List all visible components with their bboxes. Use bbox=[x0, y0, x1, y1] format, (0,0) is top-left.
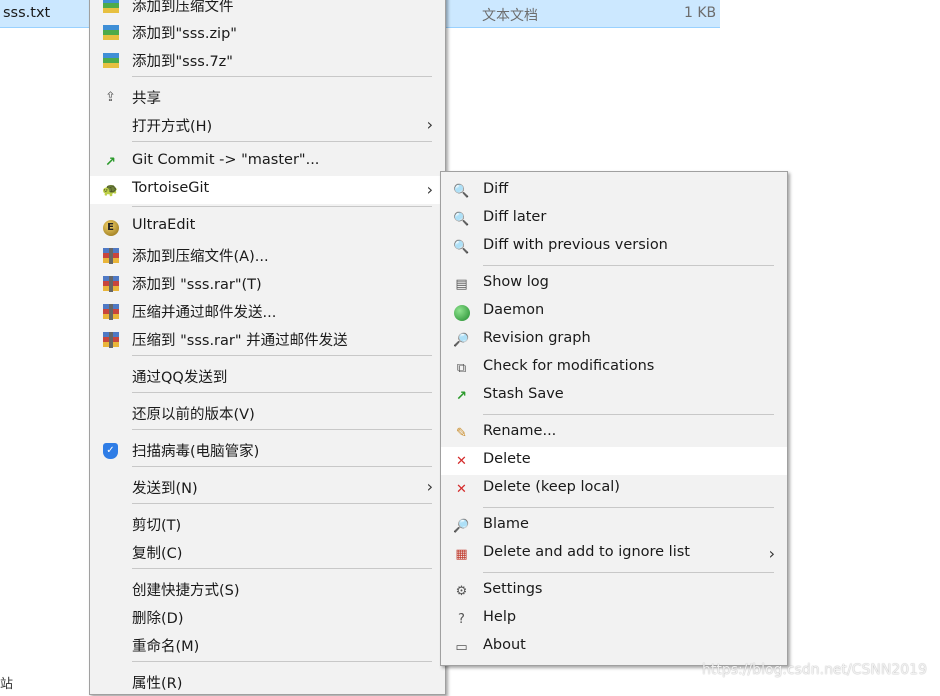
submenu-item-delete-keep-local[interactable]: ✕ Delete (keep local) bbox=[441, 475, 787, 503]
rename-pencil-icon: ✎ bbox=[456, 426, 467, 441]
menu-item-open-with[interactable]: 打开方式(H) › bbox=[90, 111, 445, 139]
submenu-item-revision-graph[interactable]: 🔎 Revision graph bbox=[441, 326, 787, 354]
tortoise-icon: 🐢 bbox=[102, 183, 119, 198]
about-icon: ▭ bbox=[455, 640, 468, 655]
submenu-item-delete[interactable]: ✕ Delete bbox=[441, 447, 787, 475]
file-size: 1 KB bbox=[684, 5, 717, 21]
menu-separator bbox=[132, 466, 432, 467]
menu-item-send-via-qq[interactable]: 通过QQ发送到 bbox=[90, 362, 445, 390]
menu-separator bbox=[483, 507, 774, 508]
menu-item-add-to-7z[interactable]: 添加到"sss.7z" bbox=[90, 46, 445, 74]
chevron-right-icon: › bbox=[426, 115, 433, 134]
menu-item-ultraedit[interactable]: E UltraEdit bbox=[90, 213, 445, 241]
winrar-icon bbox=[102, 303, 119, 320]
winrar-icon bbox=[102, 247, 119, 264]
menu-separator bbox=[132, 503, 432, 504]
winrar-icon bbox=[102, 331, 119, 348]
help-icon: ? bbox=[458, 612, 465, 627]
menu-item-add-to-archive[interactable]: 添加到压缩文件 bbox=[90, 0, 445, 19]
menu-separator bbox=[132, 141, 432, 142]
menu-item-add-to-zip[interactable]: 添加到"sss.zip" bbox=[90, 18, 445, 46]
menu-separator bbox=[132, 661, 432, 662]
ultraedit-icon: E bbox=[102, 219, 119, 236]
menu-item-properties[interactable]: 属性(R) bbox=[90, 668, 445, 696]
submenu-item-diff-later[interactable]: 🔍 Diff later bbox=[441, 205, 787, 233]
settings-icon: ⚙ bbox=[455, 584, 468, 599]
chevron-right-icon: › bbox=[426, 180, 433, 199]
submenu-item-check-modifications[interactable]: ⧉ Check for modifications bbox=[441, 354, 787, 382]
submenu-item-diff-previous[interactable]: 🔍 Diff with previous version bbox=[441, 233, 787, 261]
menu-item-create-shortcut[interactable]: 创建快捷方式(S) bbox=[90, 575, 445, 603]
submenu-item-help[interactable]: ? Help bbox=[441, 605, 787, 633]
diff-later-icon: 🔍 bbox=[453, 212, 470, 227]
menu-item-share[interactable]: ⇪ 共享 bbox=[90, 83, 445, 111]
winrar-icon bbox=[102, 275, 119, 292]
submenu-item-show-log[interactable]: ▤ Show log bbox=[441, 270, 787, 298]
submenu-item-rename[interactable]: ✎ Rename... bbox=[441, 419, 787, 447]
stray-text: 站 bbox=[0, 677, 14, 692]
daemon-globe-icon bbox=[453, 304, 470, 321]
menu-separator bbox=[483, 265, 774, 266]
menu-item-virus-scan[interactable]: ✓ 扫描病毒(电脑管家) bbox=[90, 436, 445, 464]
menu-item-rename[interactable]: 重命名(M) bbox=[90, 631, 445, 659]
menu-item-rar-add-archive[interactable]: 添加到压缩文件(A)... bbox=[90, 241, 445, 269]
menu-item-rar-add-sss[interactable]: 添加到 "sss.rar"(T) bbox=[90, 269, 445, 297]
menu-separator bbox=[483, 414, 774, 415]
git-commit-icon: ↗ bbox=[105, 155, 116, 170]
menu-item-restore-previous[interactable]: 还原以前的版本(V) bbox=[90, 399, 445, 427]
zip-archive-icon bbox=[102, 52, 119, 69]
show-log-icon: ▤ bbox=[455, 277, 468, 292]
submenu-item-daemon[interactable]: Daemon bbox=[441, 298, 787, 326]
menu-item-rar-compress-sss-email[interactable]: 压缩到 "sss.rar" 并通过邮件发送 bbox=[90, 325, 445, 353]
menu-item-cut[interactable]: 剪切(T) bbox=[90, 510, 445, 538]
stash-save-icon: ↗ bbox=[456, 389, 467, 404]
zip-archive-icon bbox=[102, 24, 119, 41]
diff-icon: 🔍 bbox=[453, 184, 470, 199]
menu-item-delete[interactable]: 删除(D) bbox=[90, 603, 445, 631]
blame-icon: 🔎 bbox=[453, 519, 470, 534]
menu-separator bbox=[483, 572, 774, 573]
watermark: https://blog.csdn.net/CSNN2019 bbox=[702, 662, 927, 678]
submenu-item-settings[interactable]: ⚙ Settings bbox=[441, 577, 787, 605]
menu-separator bbox=[132, 355, 432, 356]
menu-separator bbox=[132, 568, 432, 569]
submenu-item-stash-save[interactable]: ↗ Stash Save bbox=[441, 382, 787, 410]
revision-graph-icon: 🔎 bbox=[453, 333, 470, 348]
submenu-item-about[interactable]: ▭ About bbox=[441, 633, 787, 661]
submenu-item-diff[interactable]: 🔍 Diff bbox=[441, 177, 787, 205]
diff-previous-icon: 🔍 bbox=[453, 240, 470, 255]
shield-icon: ✓ bbox=[102, 442, 119, 459]
zip-archive-icon bbox=[102, 0, 119, 14]
submenu-item-ignore-list[interactable]: ▦ Delete and add to ignore list › bbox=[441, 540, 787, 568]
menu-separator bbox=[132, 206, 432, 207]
chevron-right-icon: › bbox=[426, 477, 433, 496]
menu-item-git-commit[interactable]: ↗ Git Commit -> "master"... bbox=[90, 148, 445, 176]
file-type: 文本文档 bbox=[482, 8, 538, 24]
file-name: sss.txt bbox=[3, 5, 51, 21]
delete-x-icon: ✕ bbox=[456, 454, 467, 469]
menu-separator bbox=[132, 76, 432, 77]
menu-separator bbox=[132, 429, 432, 430]
menu-item-send-to[interactable]: 发送到(N) › bbox=[90, 473, 445, 501]
delete-keep-local-x-icon: ✕ bbox=[456, 482, 467, 497]
menu-item-copy[interactable]: 复制(C) bbox=[90, 538, 445, 566]
ignore-list-icon: ▦ bbox=[455, 547, 468, 562]
context-menu: 添加到压缩文件 添加到"sss.zip" 添加到"sss.7z" ⇪ 共享 打开… bbox=[89, 0, 446, 695]
submenu-item-blame[interactable]: 🔎 Blame bbox=[441, 512, 787, 540]
tortoisegit-submenu: 🔍 Diff 🔍 Diff later 🔍 Diff with previous… bbox=[440, 171, 788, 666]
chevron-right-icon: › bbox=[768, 544, 775, 563]
share-icon: ⇪ bbox=[105, 90, 116, 105]
menu-item-rar-compress-email[interactable]: 压缩并通过邮件发送... bbox=[90, 297, 445, 325]
menu-separator bbox=[132, 392, 432, 393]
menu-item-tortoisegit[interactable]: 🐢 TortoiseGit › bbox=[90, 176, 445, 204]
check-modifications-icon: ⧉ bbox=[456, 361, 467, 376]
